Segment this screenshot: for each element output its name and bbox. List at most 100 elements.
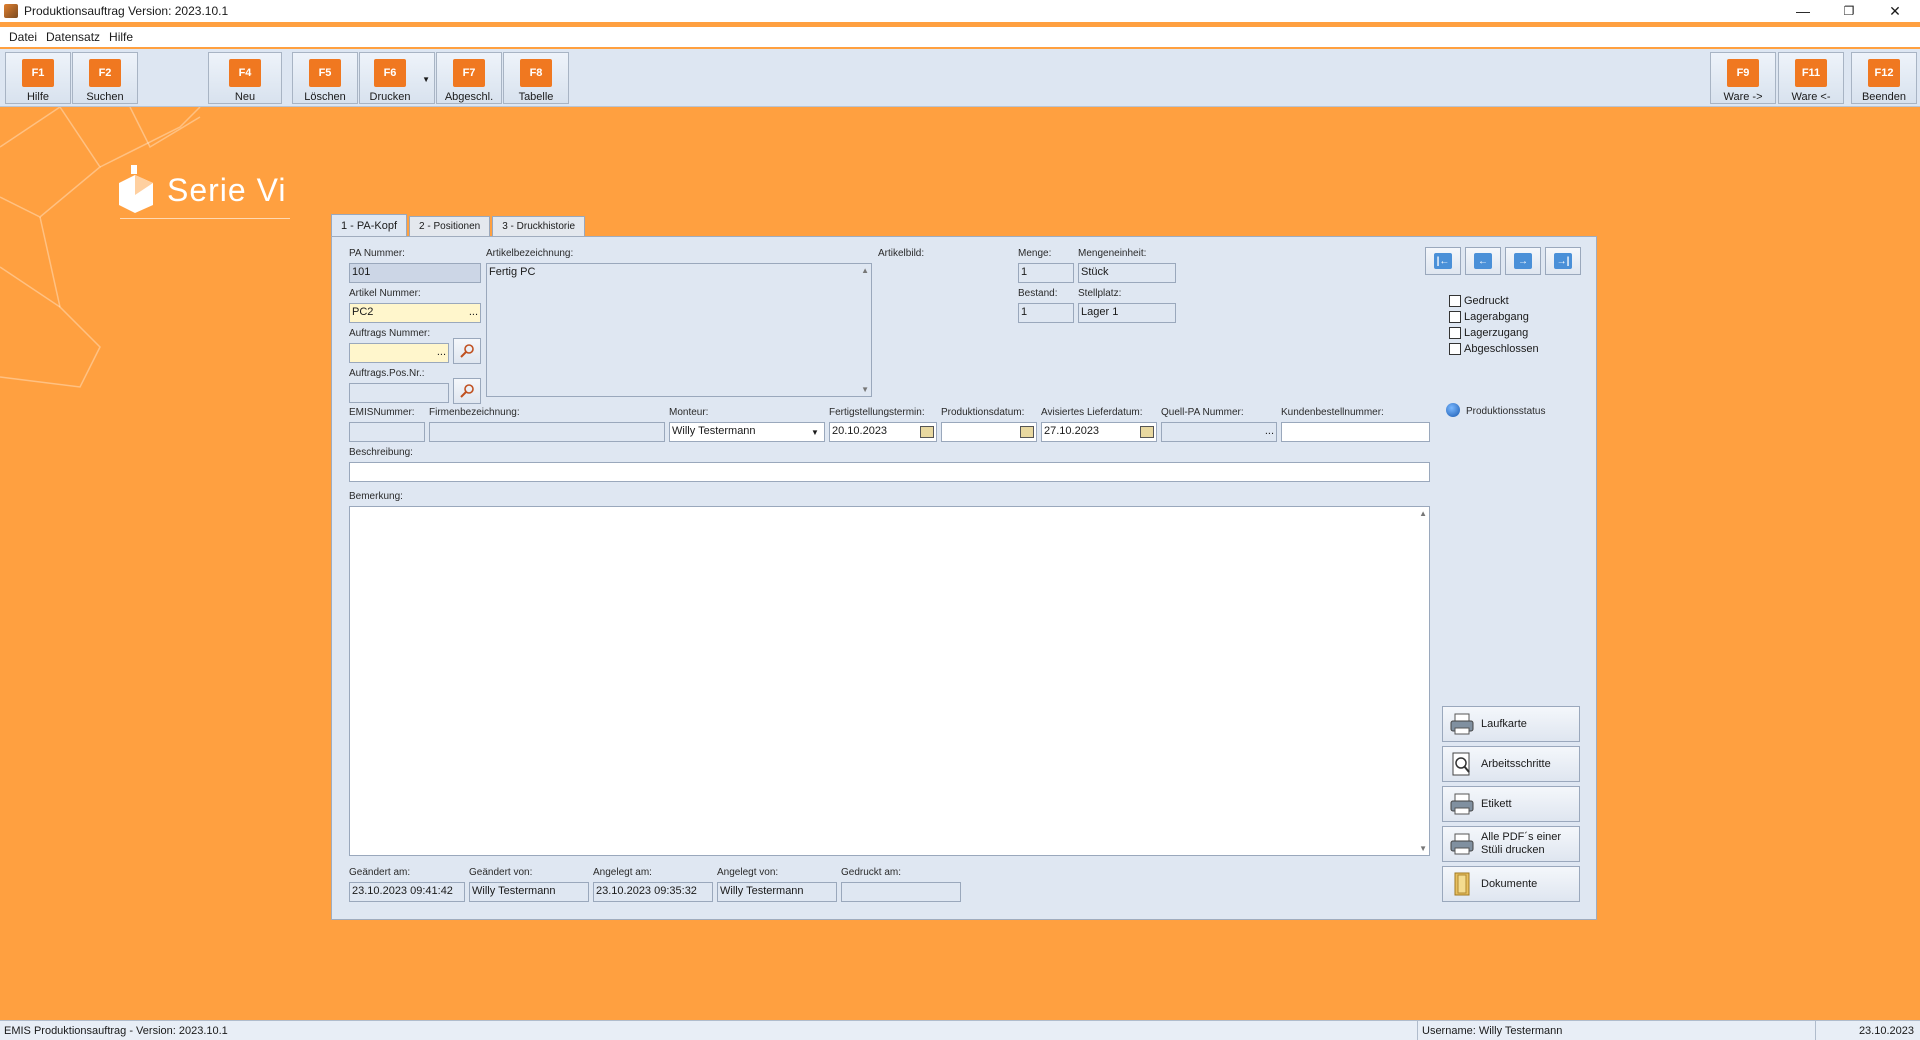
next-record-button[interactable]: → xyxy=(1505,247,1541,275)
first-record-button[interactable]: |← xyxy=(1425,247,1461,275)
gedruckt-am-field xyxy=(841,882,961,902)
scroll-down-icon[interactable]: ▼ xyxy=(861,385,869,394)
dokumente-button[interactable]: Dokumente xyxy=(1442,866,1580,902)
geaendert-von-label: Geändert von: xyxy=(469,867,533,878)
produktionsstatus-indicator-icon xyxy=(1446,403,1460,417)
new-button[interactable]: F4 Neu xyxy=(208,52,282,104)
magnifier-icon xyxy=(460,344,474,358)
monteur-label: Monteur: xyxy=(669,407,709,418)
emisnummer-field[interactable] xyxy=(349,422,425,442)
auftrags-nummer-field[interactable]: ... xyxy=(349,343,449,363)
auftrags-nummer-lookup-button[interactable]: ... xyxy=(437,346,446,358)
checkbox-box[interactable] xyxy=(1449,295,1461,307)
table-label: Tabelle xyxy=(518,91,554,103)
exit-button[interactable]: F12 Beenden xyxy=(1851,52,1917,104)
ware-in-button[interactable]: F11 Ware <- xyxy=(1778,52,1844,104)
avisiertes-lieferdatum-field[interactable]: 27.10.2023 xyxy=(1041,422,1157,442)
document-search-icon xyxy=(1452,752,1470,776)
quell-pa-field[interactable]: ... xyxy=(1161,422,1277,442)
tab-pa-kopf[interactable]: 1 - PA-Kopf xyxy=(331,214,408,236)
help-button[interactable]: F1 Hilfe xyxy=(5,52,71,104)
artikelbezeichnung-textarea[interactable]: Fertig PC ▲ ▼ xyxy=(486,263,872,397)
first-record-icon: |← xyxy=(1434,253,1452,269)
checkbox-box[interactable] xyxy=(1449,343,1461,355)
search-label: Suchen xyxy=(86,91,124,103)
bemerkung-label: Bemerkung: xyxy=(349,491,403,502)
emisnummer-label: EMISNummer: xyxy=(349,407,415,418)
minimize-button[interactable]: — xyxy=(1780,0,1826,22)
bestand-field[interactable]: 1 xyxy=(1018,303,1074,323)
dokumente-label: Dokumente xyxy=(1481,877,1538,890)
tab-positionen[interactable]: 2 - Positionen xyxy=(409,216,491,236)
auftrags-nummer-label: Auftrags Nummer: xyxy=(349,328,431,339)
restore-button[interactable]: ❐ xyxy=(1826,0,1872,22)
monteur-select[interactable]: Willy Testermann ▼ xyxy=(669,422,825,442)
produktionsdatum-label: Produktionsdatum: xyxy=(941,407,1025,418)
close-button[interactable]: ✕ xyxy=(1872,0,1918,22)
geaendert-am-label: Geändert am: xyxy=(349,867,411,878)
laufkarte-button[interactable]: Laufkarte xyxy=(1442,706,1580,742)
logo-underline xyxy=(120,218,290,219)
beschreibung-label: Beschreibung: xyxy=(349,447,413,458)
gedruckt-label: Gedruckt xyxy=(1464,295,1509,307)
artikel-nummer-field[interactable]: PC2 ... xyxy=(349,303,481,323)
calendar-icon[interactable] xyxy=(1140,426,1154,438)
table-button[interactable]: F8 Tabelle xyxy=(503,52,569,104)
gedruckt-checkbox[interactable]: Gedruckt xyxy=(1449,295,1509,307)
ware-out-label: Ware -> xyxy=(1723,91,1763,103)
scroll-up-icon[interactable]: ▲ xyxy=(861,266,869,275)
artikel-nummer-lookup-button[interactable]: ... xyxy=(469,306,478,318)
serie-vi-logo: Serie Vi xyxy=(115,165,286,215)
menu-hilfe[interactable]: Hilfe xyxy=(109,30,133,44)
lagerzugang-checkbox[interactable]: Lagerzugang xyxy=(1449,327,1528,339)
etikett-button[interactable]: Etikett xyxy=(1442,786,1580,822)
delete-button[interactable]: F5 Löschen xyxy=(292,52,358,104)
scroll-down-icon[interactable]: ▼ xyxy=(1419,844,1427,853)
checkbox-box[interactable] xyxy=(1449,327,1461,339)
produktionsdatum-field[interactable] xyxy=(941,422,1037,442)
ware-out-button[interactable]: F9 Ware -> xyxy=(1710,52,1776,104)
scroll-up-icon[interactable]: ▲ xyxy=(1419,509,1427,518)
menu-datei[interactable]: Datei xyxy=(9,30,37,44)
complete-button[interactable]: F7 Abgeschl. xyxy=(436,52,502,104)
stellplatz-field[interactable]: Lager 1 xyxy=(1078,303,1176,323)
calendar-icon[interactable] xyxy=(920,426,934,438)
pa-nummer-label: PA Nummer: xyxy=(349,248,405,259)
last-record-button[interactable]: →| xyxy=(1545,247,1581,275)
calendar-icon[interactable] xyxy=(1020,426,1034,438)
auftrags-pos-field[interactable] xyxy=(349,383,449,403)
search-button[interactable]: F2 Suchen xyxy=(72,52,138,104)
lagerabgang-checkbox[interactable]: Lagerabgang xyxy=(1449,311,1529,323)
beschreibung-field[interactable] xyxy=(349,462,1430,482)
mengeneinheit-field[interactable]: Stück xyxy=(1078,263,1176,283)
firmenbezeichnung-field[interactable] xyxy=(429,422,665,442)
angelegt-von-field: Willy Testermann xyxy=(717,882,837,902)
menu-datensatz[interactable]: Datensatz xyxy=(46,30,100,44)
kundenbestellnummer-field[interactable] xyxy=(1281,422,1430,442)
status-username: Username: Willy Testermann xyxy=(1418,1021,1816,1040)
checkbox-box[interactable] xyxy=(1449,311,1461,323)
abgeschlossen-checkbox[interactable]: Abgeschlossen xyxy=(1449,343,1539,355)
arbeitsschritte-button[interactable]: Arbeitsschritte xyxy=(1442,746,1580,782)
alle-pdf-button[interactable]: Alle PDF´s einer Stüli drucken xyxy=(1442,826,1580,862)
artikel-nummer-label: Artikel Nummer: xyxy=(349,288,421,299)
status-app-version: EMIS Produktionsauftrag - Version: 2023.… xyxy=(0,1021,1418,1040)
last-record-icon: →| xyxy=(1554,253,1572,269)
bemerkung-textarea[interactable]: ▲ ▼ xyxy=(349,506,1430,856)
printer-icon xyxy=(1450,833,1474,855)
quell-pa-lookup-button[interactable]: ... xyxy=(1265,425,1274,437)
print-dropdown-icon[interactable]: ▼ xyxy=(422,75,430,84)
auftrags-search-button[interactable] xyxy=(453,338,481,364)
tab-druckhistorie[interactable]: 3 - Druckhistorie xyxy=(492,216,586,236)
delete-label: Löschen xyxy=(304,91,346,103)
print-button[interactable]: F6 Drucken ▼ xyxy=(359,52,435,104)
auftrags-pos-label: Auftrags.Pos.Nr.: xyxy=(349,368,425,379)
prev-record-button[interactable]: ← xyxy=(1465,247,1501,275)
toolbar: F1 Hilfe F2 Suchen F4 Neu F5 Löschen F6 … xyxy=(0,49,1920,107)
f9-key-icon: F9 xyxy=(1727,59,1759,87)
fertigstellungstermin-field[interactable]: 20.10.2023 xyxy=(829,422,937,442)
geaendert-am-field: 23.10.2023 09:41:42 xyxy=(349,882,465,902)
chevron-down-icon[interactable]: ▼ xyxy=(808,426,822,439)
auftrags-pos-search-button[interactable] xyxy=(453,378,481,404)
menge-field[interactable]: 1 xyxy=(1018,263,1074,283)
